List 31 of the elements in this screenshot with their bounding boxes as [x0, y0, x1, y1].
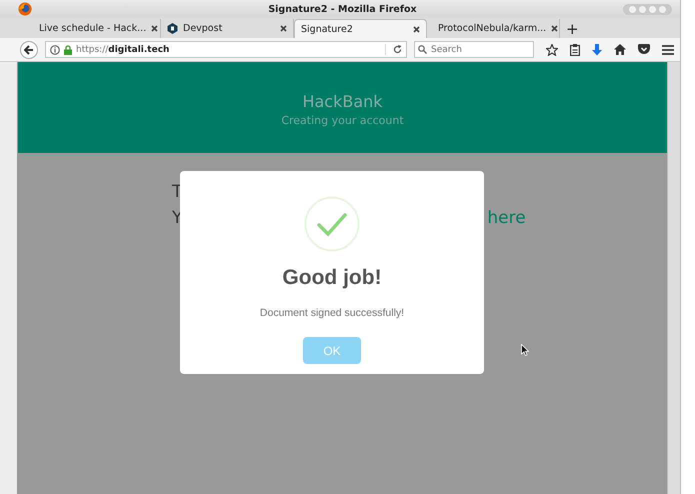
scrollbar[interactable] [667, 62, 680, 494]
site-title: HackBank [302, 92, 383, 111]
tab-label: Devpost [183, 23, 224, 34]
tab-label: ProtocolNebula/karm... [438, 23, 546, 34]
reload-icon[interactable] [393, 45, 402, 54]
home-icon[interactable] [614, 44, 626, 55]
url-text: https://digitali.tech [76, 44, 170, 54]
window-title: Signature2 - Mozilla Firefox [267, 4, 418, 14]
lock-icon [64, 44, 72, 54]
clipboard-icon[interactable] [570, 44, 580, 56]
new-tab-button[interactable]: + [560, 20, 585, 38]
download-icon[interactable] [592, 44, 602, 56]
search-field[interactable]: Search [414, 41, 534, 58]
star-icon[interactable] [546, 44, 558, 56]
back-button[interactable] [20, 40, 38, 58]
address-field[interactable]: https://digitali.tech [45, 41, 407, 58]
cursor-icon [521, 344, 529, 356]
firefox-icon [18, 2, 32, 16]
menu-icon[interactable] [662, 44, 674, 54]
tab-label: Live schedule - Hack... [39, 23, 146, 34]
dialog-title: Good job! [282, 266, 382, 290]
site-subtitle: Creating your account [281, 114, 404, 127]
dialog-message: Document signed successfully! [260, 307, 404, 319]
hexagon-icon [167, 23, 178, 34]
info-icon [50, 44, 60, 54]
pocket-icon[interactable] [638, 44, 650, 55]
back-arrow-icon [24, 44, 34, 54]
browser-tab[interactable]: Signature2 [294, 19, 427, 38]
search-icon [418, 45, 427, 54]
checkmark-icon [304, 196, 360, 252]
tab-label: Signature2 [301, 24, 354, 34]
